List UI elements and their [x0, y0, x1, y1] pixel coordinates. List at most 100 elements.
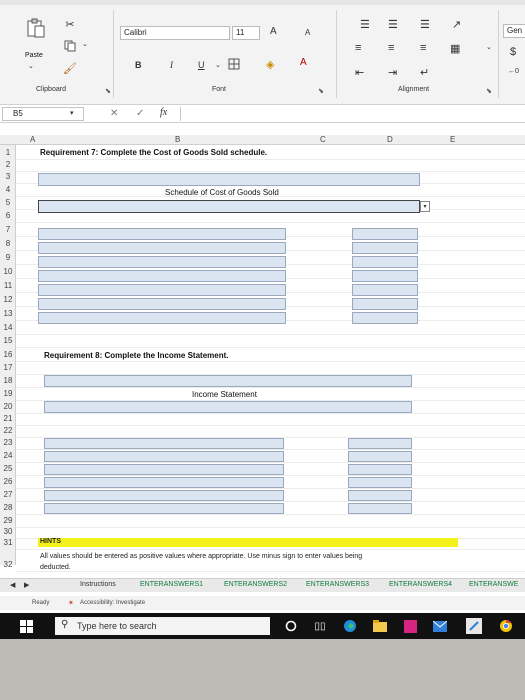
- cogs-value-cell[interactable]: [352, 228, 418, 240]
- row-header[interactable]: 32: [0, 560, 16, 569]
- row-header[interactable]: 18: [0, 376, 16, 385]
- tab-scroll-left-icon[interactable]: ◀: [10, 581, 15, 589]
- insert-function-icon[interactable]: fx: [160, 107, 167, 118]
- cogs-value-cell[interactable]: [352, 242, 418, 254]
- wrap-text-icon[interactable]: ↵: [420, 66, 429, 79]
- cogs-label-cell[interactable]: [38, 256, 286, 268]
- column-header-d[interactable]: D: [387, 135, 393, 144]
- merge-dropdown-icon[interactable]: ⌄: [486, 43, 492, 51]
- column-header-b[interactable]: B: [175, 135, 180, 144]
- cogs-label-cell[interactable]: [38, 284, 286, 296]
- cogs-label-cell[interactable]: [38, 242, 286, 254]
- is-label-cell[interactable]: [44, 503, 284, 514]
- cogs-value-cell[interactable]: [352, 284, 418, 296]
- borders-icon[interactable]: [228, 58, 240, 70]
- snipping-tool-icon[interactable]: [466, 618, 482, 634]
- task-view-icon[interactable]: ▯▯: [312, 618, 328, 634]
- cogs-company-cell[interactable]: [38, 173, 420, 186]
- cogs-label-cell[interactable]: [38, 270, 286, 282]
- column-header-e[interactable]: E: [450, 135, 455, 144]
- row-header[interactable]: 21: [0, 414, 16, 423]
- row-header[interactable]: 14: [0, 323, 16, 332]
- store-icon[interactable]: [402, 618, 418, 634]
- row-header[interactable]: 26: [0, 477, 16, 486]
- sheet-tab-enteranswers5[interactable]: ENTERANSWE: [469, 581, 518, 588]
- row-header[interactable]: 10: [0, 267, 16, 276]
- enter-icon[interactable]: ✓: [136, 108, 144, 119]
- row-header[interactable]: 12: [0, 295, 16, 304]
- is-value-cell[interactable]: [348, 464, 412, 475]
- row-header[interactable]: 29: [0, 516, 16, 525]
- sheet-tab-enteranswers1[interactable]: ENTERANSWERS1: [140, 581, 203, 588]
- row-header[interactable]: 20: [0, 402, 16, 411]
- fill-color-icon[interactable]: ◈: [266, 58, 274, 71]
- align-center-icon[interactable]: ≡: [388, 42, 394, 54]
- taskbar-search-input[interactable]: Type here to search: [55, 617, 270, 635]
- windows-start-icon[interactable]: [18, 618, 34, 634]
- row-header[interactable]: 27: [0, 490, 16, 499]
- cogs-period-cell[interactable]: [38, 200, 420, 213]
- row-header[interactable]: 6: [0, 211, 16, 220]
- column-header-c[interactable]: C: [320, 135, 326, 144]
- format-painter-icon[interactable]: 🖌: [62, 60, 78, 76]
- middle-align-icon[interactable]: ☰: [388, 18, 398, 31]
- is-value-cell[interactable]: [348, 503, 412, 514]
- is-label-cell[interactable]: [44, 438, 284, 449]
- row-header[interactable]: 25: [0, 464, 16, 473]
- is-label-cell[interactable]: [44, 477, 284, 488]
- is-company-cell[interactable]: [44, 375, 412, 387]
- font-color-icon[interactable]: A: [300, 57, 307, 68]
- row-header[interactable]: 15: [0, 336, 16, 345]
- cogs-value-cell[interactable]: [352, 270, 418, 282]
- is-label-cell[interactable]: [44, 490, 284, 501]
- font-launcher-icon[interactable]: ⬊: [318, 87, 324, 95]
- cogs-value-cell[interactable]: [352, 298, 418, 310]
- cogs-label-cell[interactable]: [38, 228, 286, 240]
- row-header[interactable]: 30: [0, 527, 16, 536]
- paste-icon[interactable]: [24, 16, 48, 40]
- row-header[interactable]: 4: [0, 185, 16, 194]
- cancel-icon[interactable]: ✕: [110, 108, 118, 119]
- copy-icon[interactable]: [62, 38, 78, 54]
- increase-indent-icon[interactable]: ⇥: [388, 66, 397, 79]
- row-header[interactable]: 9: [0, 253, 16, 262]
- accessibility-status[interactable]: Accessibility: Investigate: [80, 600, 145, 606]
- mail-icon[interactable]: [432, 618, 448, 634]
- italic-button[interactable]: I: [170, 60, 173, 70]
- row-header[interactable]: 1: [0, 148, 16, 157]
- chrome-icon[interactable]: [498, 618, 514, 634]
- tab-scroll-right-icon[interactable]: ▶: [24, 581, 29, 589]
- clipboard-launcher-icon[interactable]: ⬊: [105, 87, 111, 95]
- paste-label[interactable]: Paste: [25, 52, 43, 59]
- row-header[interactable]: 22: [0, 426, 16, 435]
- underline-dropdown-icon[interactable]: ⌄: [215, 61, 221, 69]
- cogs-value-cell[interactable]: [352, 256, 418, 268]
- align-right-icon[interactable]: ≡: [420, 42, 426, 54]
- is-period-cell[interactable]: [44, 401, 412, 413]
- row-header[interactable]: 7: [0, 225, 16, 234]
- row-header[interactable]: 5: [0, 198, 16, 207]
- sheet-tab-instructions[interactable]: Instructions: [80, 581, 116, 588]
- decrease-indent-icon[interactable]: ⇤: [355, 66, 364, 79]
- cogs-label-cell[interactable]: [38, 298, 286, 310]
- copy-dropdown-icon[interactable]: ⌄: [82, 40, 88, 48]
- row-header[interactable]: 8: [0, 239, 16, 248]
- shrink-font-icon[interactable]: A: [305, 28, 310, 37]
- bold-button[interactable]: B: [135, 60, 142, 70]
- paste-dropdown-icon[interactable]: ⌄: [28, 62, 34, 70]
- edge-browser-icon[interactable]: [342, 618, 358, 634]
- font-size-select[interactable]: 11: [232, 26, 260, 40]
- bottom-align-icon[interactable]: ☰: [420, 18, 430, 31]
- row-header[interactable]: 28: [0, 503, 16, 512]
- sheet-tab-enteranswers3[interactable]: ENTERANSWERS3: [306, 581, 369, 588]
- row-header[interactable]: 16: [0, 350, 16, 359]
- row-header[interactable]: 24: [0, 451, 16, 460]
- formula-input[interactable]: [180, 107, 525, 121]
- orientation-icon[interactable]: ↗: [452, 18, 461, 31]
- row-header[interactable]: 19: [0, 389, 16, 398]
- sheet-tab-enteranswers4[interactable]: ENTERANSWERS4: [389, 581, 452, 588]
- cogs-value-cell[interactable]: [352, 312, 418, 324]
- row-header[interactable]: 31: [0, 538, 16, 547]
- alignment-launcher-icon[interactable]: ⬊: [486, 87, 492, 95]
- sheet-tab-enteranswers2[interactable]: ENTERANSWERS2: [224, 581, 287, 588]
